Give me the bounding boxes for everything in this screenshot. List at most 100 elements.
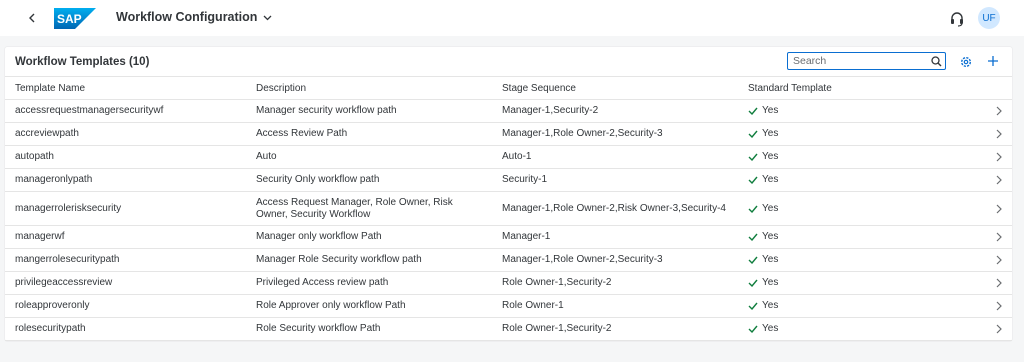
standard-value: Yes — [762, 151, 779, 162]
chevron-right-icon[interactable] — [995, 152, 1003, 162]
checkmark-icon — [748, 176, 758, 184]
search-icon — [931, 55, 942, 66]
column-header-stage-sequence[interactable]: Stage Sequence — [502, 83, 576, 94]
standard-value: Yes — [762, 277, 779, 288]
standard-template-cell: Yes — [748, 254, 778, 266]
template-name-cell: accessrequestmanagersecuritywf — [15, 105, 164, 116]
description-cell: Security Only workflow path — [256, 174, 380, 185]
template-name-cell: roleapproveronly — [15, 300, 90, 311]
standard-template-cell: Yes — [748, 300, 778, 312]
stage-sequence-cell: Role Owner-1 — [502, 300, 564, 311]
template-name-cell: accreviewpath — [15, 128, 79, 139]
stage-sequence-cell: Role Owner-1,Security-2 — [502, 323, 612, 334]
standard-template-cell: Yes — [748, 231, 778, 243]
template-name-cell: mangerrolesecuritypath — [15, 254, 120, 265]
table-row[interactable]: roleapproveronly Role Approver only work… — [5, 295, 1012, 318]
description-cell: Manager only workflow Path — [256, 231, 382, 242]
description-cell: Role Approver only workflow Path — [256, 300, 406, 311]
avatar[interactable]: UF — [978, 7, 1000, 29]
stage-sequence-cell: Auto-1 — [502, 151, 532, 162]
table-row[interactable]: managerwf Manager only workflow Path Man… — [5, 226, 1012, 249]
checkmark-icon — [748, 325, 758, 333]
template-name-cell: managerwf — [15, 231, 65, 242]
svg-text:SAP: SAP — [57, 12, 82, 26]
standard-template-cell: Yes — [748, 203, 778, 215]
checkmark-icon — [748, 205, 758, 213]
table-toolbar: Workflow Templates (10) — [5, 47, 1012, 77]
stage-sequence-cell: Manager-1,Role Owner-2,Risk Owner-3,Secu… — [502, 202, 726, 214]
chevron-right-icon[interactable] — [995, 106, 1003, 116]
checkmark-icon — [748, 233, 758, 241]
search-field — [787, 52, 946, 70]
stage-sequence-cell: Manager-1,Role Owner-2,Security-3 — [502, 128, 663, 139]
app-title: Workflow Configuration — [116, 10, 258, 24]
table-row[interactable]: rolesecuritypath Role Security workflow … — [5, 318, 1012, 341]
chevron-down-icon — [263, 15, 272, 20]
description-cell: Role Security workflow Path — [256, 323, 381, 334]
description-cell: Privileged Access review path — [256, 277, 389, 288]
headset-icon[interactable] — [948, 10, 966, 28]
checkmark-icon — [748, 107, 758, 115]
standard-value: Yes — [762, 202, 779, 214]
chevron-left-icon — [29, 13, 35, 23]
templates-card: Workflow Templates (10) Template Name De… — [5, 47, 1012, 341]
standard-value: Yes — [762, 231, 779, 242]
shell-bar: SAP Workflow Configuration UF — [0, 0, 1024, 36]
standard-template-cell: Yes — [748, 277, 778, 289]
standard-value: Yes — [762, 300, 779, 311]
stage-sequence-cell: Role Owner-1,Security-2 — [502, 277, 612, 288]
standard-template-cell: Yes — [748, 151, 778, 163]
description-cell: Auto — [256, 151, 277, 162]
table-row[interactable]: managerrolerisksecurity Access Request M… — [5, 192, 1012, 226]
search-button[interactable] — [928, 53, 945, 69]
chevron-right-icon[interactable] — [995, 324, 1003, 334]
standard-template-cell: Yes — [748, 323, 778, 335]
table-row[interactable]: manageronlypath Security Only workflow p… — [5, 169, 1012, 192]
chevron-right-icon[interactable] — [995, 232, 1003, 242]
checkmark-icon — [748, 302, 758, 310]
table-row[interactable]: accessrequestmanagersecuritywf Manager s… — [5, 100, 1012, 123]
column-header-template-name[interactable]: Template Name — [15, 83, 85, 94]
column-header-description[interactable]: Description — [256, 83, 306, 94]
standard-value: Yes — [762, 254, 779, 265]
standard-value: Yes — [762, 323, 779, 334]
table-row[interactable]: privilegeaccessreview Privileged Access … — [5, 272, 1012, 295]
table-row[interactable]: accreviewpath Access Review Path Manager… — [5, 123, 1012, 146]
chevron-right-icon[interactable] — [995, 278, 1003, 288]
checkmark-icon — [748, 153, 758, 161]
search-input[interactable] — [788, 53, 928, 69]
back-button[interactable] — [24, 10, 40, 26]
description-cell: Manager Role Security workflow path — [256, 254, 422, 265]
checkmark-icon — [748, 279, 758, 287]
app-title-menu[interactable]: Workflow Configuration — [116, 10, 272, 24]
template-name-cell: managerrolerisksecurity — [15, 202, 122, 214]
stage-sequence-cell: Manager-1 — [502, 231, 551, 242]
standard-value: Yes — [762, 174, 779, 185]
description-cell: Access Review Path — [256, 128, 348, 139]
description-cell: Access Request Manager, Role Owner, Risk… — [256, 196, 453, 220]
column-header-standard-template[interactable]: Standard Template — [748, 83, 832, 94]
table-row[interactable]: autopath Auto Auto-1 Yes — [5, 146, 1012, 169]
table-row[interactable]: mangerrolesecuritypath Manager Role Secu… — [5, 249, 1012, 272]
add-icon[interactable] — [986, 54, 1000, 68]
table-header: Template Name Description Stage Sequence… — [5, 78, 1012, 100]
template-name-cell: autopath — [15, 151, 54, 162]
standard-value: Yes — [762, 128, 779, 139]
chevron-right-icon[interactable] — [995, 175, 1003, 185]
stage-sequence-cell: Manager-1,Role Owner-2,Security-3 — [502, 254, 663, 265]
gear-icon[interactable] — [959, 55, 973, 69]
chevron-right-icon[interactable] — [995, 204, 1003, 214]
chevron-right-icon[interactable] — [995, 255, 1003, 265]
checkmark-icon — [748, 130, 758, 138]
template-name-cell: rolesecuritypath — [15, 323, 86, 334]
table-title: Workflow Templates (10) — [15, 56, 150, 68]
sap-logo[interactable]: SAP — [54, 8, 96, 29]
chevron-right-icon[interactable] — [995, 129, 1003, 139]
description-cell: Manager security workflow path — [256, 105, 397, 116]
stage-sequence-cell: Security-1 — [502, 174, 548, 185]
template-name-cell: privilegeaccessreview — [15, 277, 113, 288]
chevron-right-icon[interactable] — [995, 301, 1003, 311]
standard-template-cell: Yes — [748, 174, 778, 186]
stage-sequence-cell: Manager-1,Security-2 — [502, 105, 599, 116]
checkmark-icon — [748, 256, 758, 264]
